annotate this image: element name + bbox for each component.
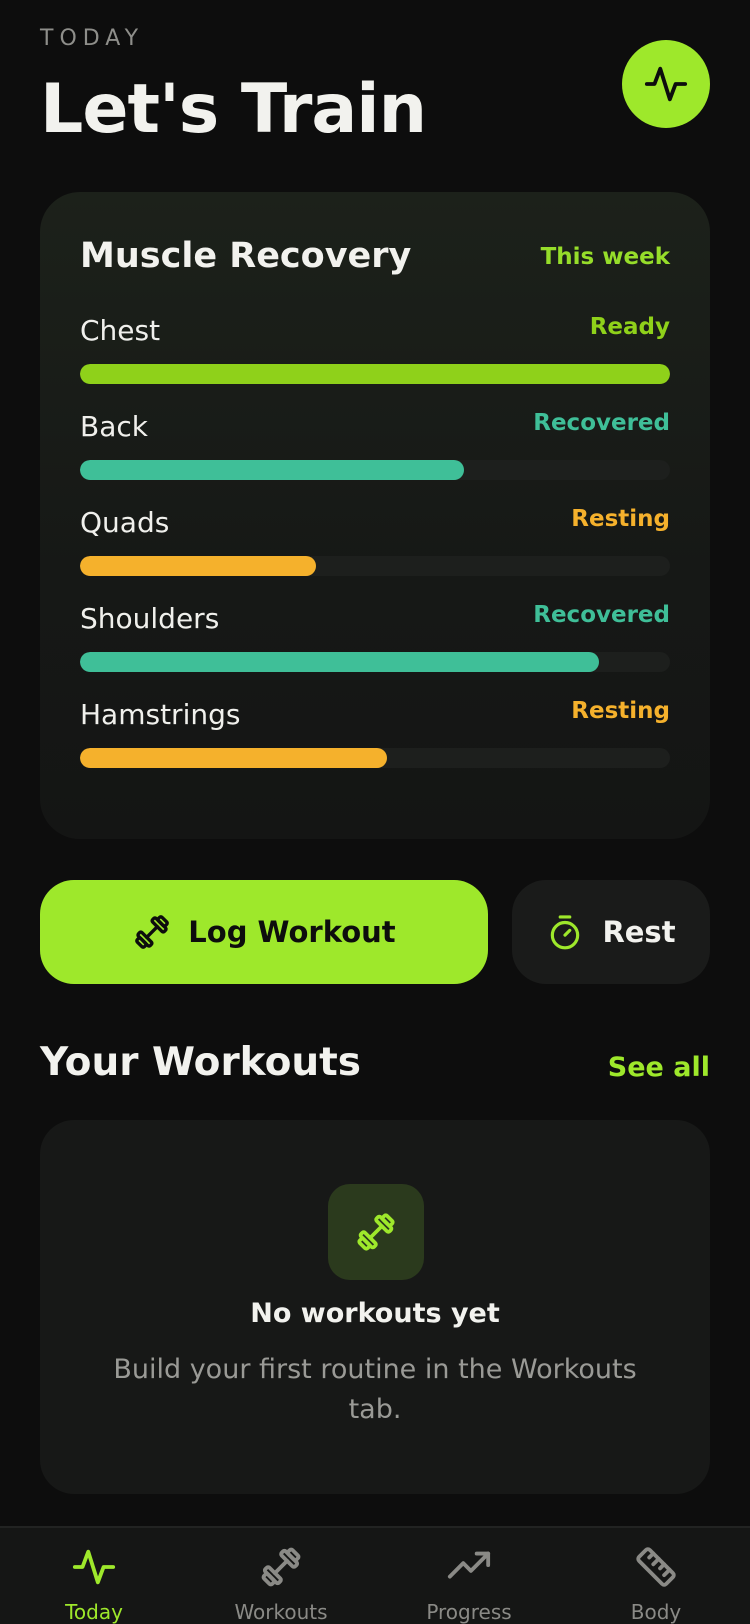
rest-button[interactable]: Rest bbox=[512, 880, 710, 984]
activity-button[interactable] bbox=[622, 40, 710, 128]
pulse-icon bbox=[72, 1549, 116, 1585]
page-title: Let's Train bbox=[40, 70, 427, 149]
recovery-bar-fill bbox=[80, 364, 670, 384]
recovery-row-hamstrings: Hamstrings Resting bbox=[80, 696, 670, 792]
workouts-empty-state: No workouts yet Build your first routine… bbox=[40, 1120, 710, 1494]
recovery-list: Chest Ready Back Recovered Quads Resting… bbox=[80, 312, 670, 792]
recovery-bar bbox=[80, 460, 670, 480]
recovery-bar bbox=[80, 652, 670, 672]
muscle-recovery-card: Muscle Recovery This week Chest Ready Ba… bbox=[40, 192, 710, 839]
muscle-status: Recovered bbox=[533, 602, 670, 628]
tab-today[interactable]: Today bbox=[24, 1544, 164, 1624]
recovery-bar bbox=[80, 364, 670, 384]
bottom-tab-bar: Today Workouts Progress Body bbox=[0, 1526, 750, 1624]
see-all-link[interactable]: See all bbox=[608, 1052, 710, 1083]
muscle-status: Resting bbox=[571, 506, 670, 532]
recovery-bar-fill bbox=[80, 652, 600, 672]
muscle-status: Ready bbox=[589, 314, 670, 340]
recovery-bar bbox=[80, 556, 670, 576]
recovery-bar bbox=[80, 748, 670, 768]
recovery-bar-fill bbox=[80, 460, 464, 480]
recovery-title: Muscle Recovery bbox=[80, 236, 412, 276]
muscle-status: Recovered bbox=[533, 410, 670, 436]
recovery-row-chest: Chest Ready bbox=[80, 312, 670, 408]
ruler-icon bbox=[636, 1547, 676, 1587]
muscle-name: Chest bbox=[80, 314, 161, 347]
recovery-row-back: Back Recovered bbox=[80, 408, 670, 504]
empty-state-description: Build your first routine in the Workouts… bbox=[113, 1354, 637, 1425]
rest-label: Rest bbox=[602, 915, 676, 949]
dumbbell-icon bbox=[261, 1547, 301, 1587]
header: TODAY Let's Train bbox=[40, 24, 710, 149]
dumbbell-icon bbox=[135, 915, 170, 949]
tab-progress[interactable]: Progress bbox=[399, 1544, 539, 1624]
tab-label: Today bbox=[65, 1600, 123, 1624]
workouts-section-title: Your Workouts bbox=[40, 1040, 361, 1085]
tab-label: Progress bbox=[426, 1600, 512, 1624]
empty-state-title: No workouts yet bbox=[250, 1298, 500, 1329]
recovery-bar-fill bbox=[80, 556, 316, 576]
muscle-name: Back bbox=[80, 410, 148, 443]
muscle-status: Resting bbox=[571, 698, 670, 724]
tab-label: Body bbox=[630, 1600, 682, 1624]
recovery-bar-fill bbox=[80, 748, 387, 768]
log-workout-label: Log Workout bbox=[188, 915, 396, 949]
empty-state-icon-tile bbox=[328, 1184, 424, 1280]
log-workout-button[interactable]: Log Workout bbox=[40, 880, 488, 984]
muscle-name: Hamstrings bbox=[80, 698, 241, 731]
date-eyebrow: TODAY bbox=[40, 26, 145, 51]
recovery-row-quads: Quads Resting bbox=[80, 504, 670, 600]
trend-up-icon bbox=[447, 1551, 491, 1579]
tab-label: Workouts bbox=[234, 1600, 328, 1624]
pulse-icon bbox=[644, 66, 688, 102]
stopwatch-icon bbox=[551, 915, 580, 950]
tab-workouts[interactable]: Workouts bbox=[211, 1544, 351, 1624]
recovery-period[interactable]: This week bbox=[541, 244, 670, 270]
tab-body[interactable]: Body bbox=[586, 1544, 726, 1624]
dumbbell-icon bbox=[357, 1213, 395, 1251]
muscle-name: Shoulders bbox=[80, 602, 220, 635]
muscle-name: Quads bbox=[80, 506, 170, 539]
recovery-row-shoulders: Shoulders Recovered bbox=[80, 600, 670, 696]
